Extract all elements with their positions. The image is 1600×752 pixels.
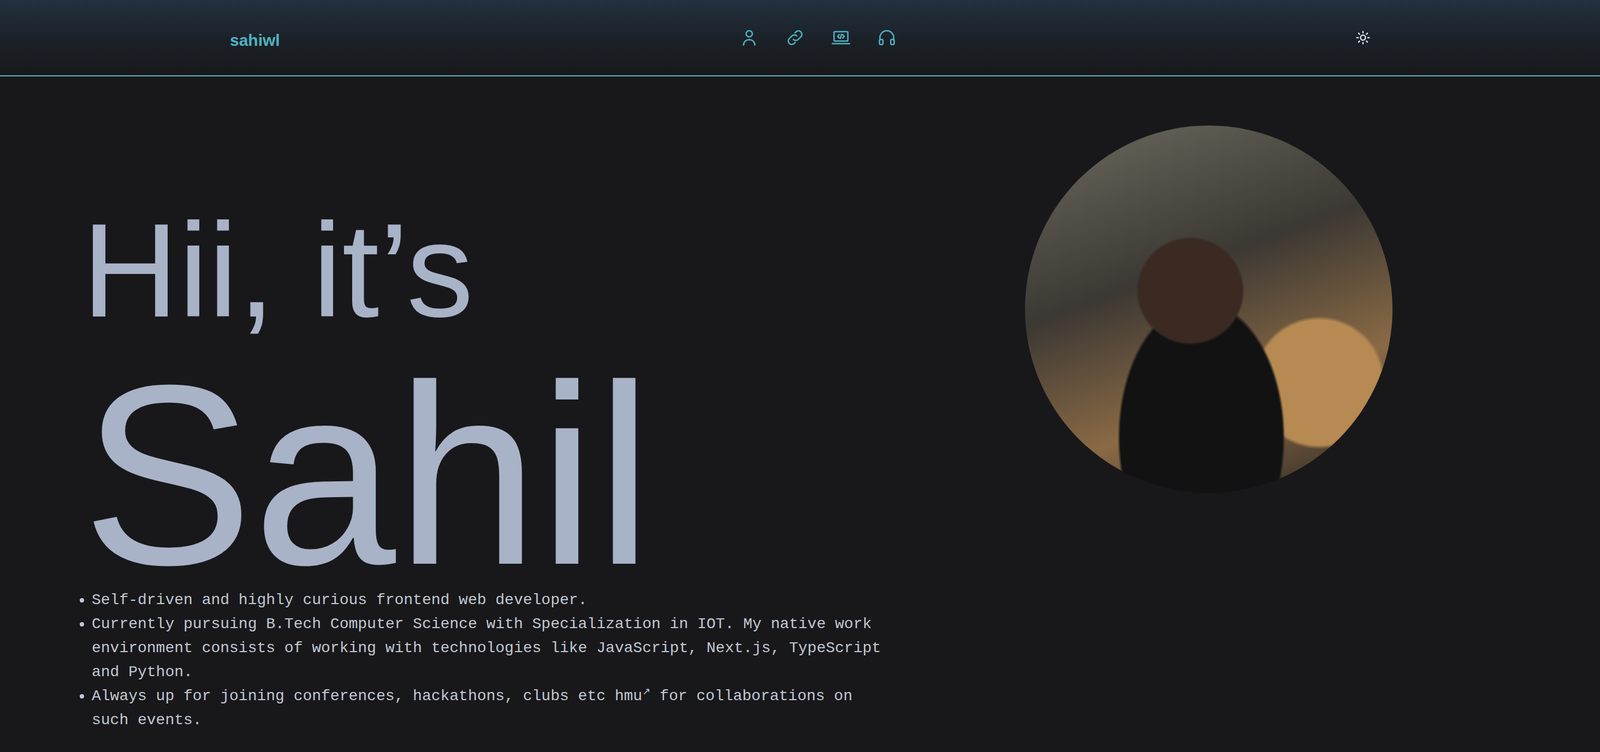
link-icon: [784, 27, 806, 49]
logo[interactable]: sahiwl: [227, 23, 283, 57]
theme-toggle[interactable]: [1353, 28, 1373, 47]
laptop-code-icon: [830, 27, 852, 49]
about-text: Always up for joining conferences, hacka…: [91, 688, 615, 705]
top-bar-inner: sahiwl: [227, 0, 1373, 76]
links-nav[interactable]: [784, 27, 806, 49]
profile-photo: [1024, 125, 1393, 494]
icon-nav: [738, 27, 898, 49]
headphones-icon: [876, 27, 898, 49]
sun-icon: [1353, 28, 1373, 47]
top-bar: sahiwl: [0, 0, 1600, 77]
about-list: Self-driven and highly curious frontend …: [78, 588, 1025, 733]
greeting: Hii, it’s: [81, 203, 1025, 338]
person-icon: [738, 27, 760, 49]
about-item: Currently pursuing B.Tech Computer Scien…: [91, 612, 895, 685]
about-nav[interactable]: [738, 27, 760, 49]
about-item: Always up for joining conferences, hacka…: [91, 684, 895, 733]
name-heading: Sahil: [81, 362, 1025, 589]
projects-nav[interactable]: [830, 27, 852, 49]
contact-link[interactable]: hmu: [614, 688, 643, 705]
hero-text: Hii, it’s Sahil Self-driven and highly cur…: [81, 76, 1025, 733]
about-text: Currently pursuing B.Tech Computer Scien…: [91, 615, 881, 681]
external-arrow-icon: ↗: [642, 685, 651, 697]
hero-section: Hii, it’s Sahil Self-driven and highly cur…: [0, 76, 1600, 733]
music-nav[interactable]: [876, 27, 898, 49]
about-item: Self-driven and highly curious frontend …: [91, 588, 895, 613]
about-text: Self-driven and highly curious frontend …: [91, 591, 588, 609]
